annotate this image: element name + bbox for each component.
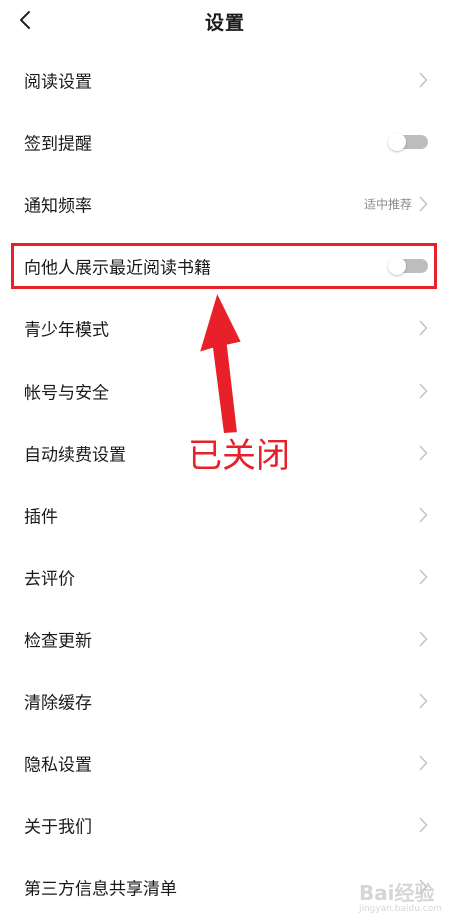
settings-row-label: 关于我们	[24, 817, 92, 838]
settings-row[interactable]: 阅读设置	[0, 49, 450, 111]
settings-row[interactable]: 通知频率 适中推荐	[0, 173, 450, 235]
settings-row-label: 去评价	[24, 569, 75, 590]
toggle-switch[interactable]	[388, 133, 428, 152]
settings-row[interactable]: 帐号与安全	[0, 360, 450, 422]
chevron-right-icon	[419, 445, 428, 460]
header-bar: 设置	[0, 0, 450, 42]
settings-row-value: 适中推荐	[363, 197, 412, 212]
settings-row[interactable]: 隐私设置	[0, 732, 450, 794]
settings-row-label: 插件	[24, 507, 58, 528]
settings-row[interactable]: 清除缓存	[0, 670, 450, 732]
settings-row-label: 帐号与安全	[24, 383, 109, 403]
settings-row-label: 自动续费设置	[24, 445, 126, 466]
toggle-switch[interactable]	[388, 257, 428, 276]
settings-row[interactable]: 检查更新	[0, 608, 450, 670]
settings-row-label: 清除缓存	[24, 693, 92, 714]
chevron-right-icon	[419, 817, 428, 833]
toggle-knob	[388, 257, 406, 276]
settings-row[interactable]: 签到提醒	[0, 111, 450, 173]
settings-row[interactable]: 青少年模式	[0, 297, 450, 359]
chevron-right-icon	[419, 321, 428, 336]
chevron-right-icon	[419, 631, 428, 647]
settings-row[interactable]: 自动续费设置	[0, 422, 450, 484]
settings-row-label: 通知频率	[24, 196, 92, 217]
settings-row[interactable]: 向他人展示最近阅读书籍	[0, 235, 450, 297]
chevron-right-icon	[419, 755, 428, 771]
chevron-right-icon	[419, 383, 428, 398]
chevron-right-icon	[419, 693, 428, 709]
settings-row-label: 检查更新	[24, 631, 92, 652]
chevron-right-icon	[419, 879, 428, 895]
settings-row-label: 阅读设置	[24, 72, 92, 93]
chevron-right-icon	[419, 196, 428, 212]
settings-row-label: 签到提醒	[24, 134, 92, 155]
settings-row-label: 青少年模式	[24, 320, 109, 341]
settings-row[interactable]: 去评价	[0, 546, 450, 608]
settings-row[interactable]: 插件	[0, 484, 450, 546]
settings-row-label: 第三方信息共享清单	[24, 879, 177, 900]
settings-row[interactable]: 关于我们	[0, 794, 450, 856]
chevron-right-icon	[419, 507, 428, 522]
settings-row[interactable]: 第三方信息共享清单	[0, 856, 450, 918]
page-title: 设置	[204, 12, 245, 34]
chevron-right-icon	[419, 72, 428, 88]
toggle-knob	[388, 133, 406, 152]
settings-row-label: 向他人展示最近阅读书籍	[24, 258, 211, 279]
settings-row-label: 隐私设置	[24, 755, 92, 776]
chevron-right-icon	[419, 569, 428, 585]
